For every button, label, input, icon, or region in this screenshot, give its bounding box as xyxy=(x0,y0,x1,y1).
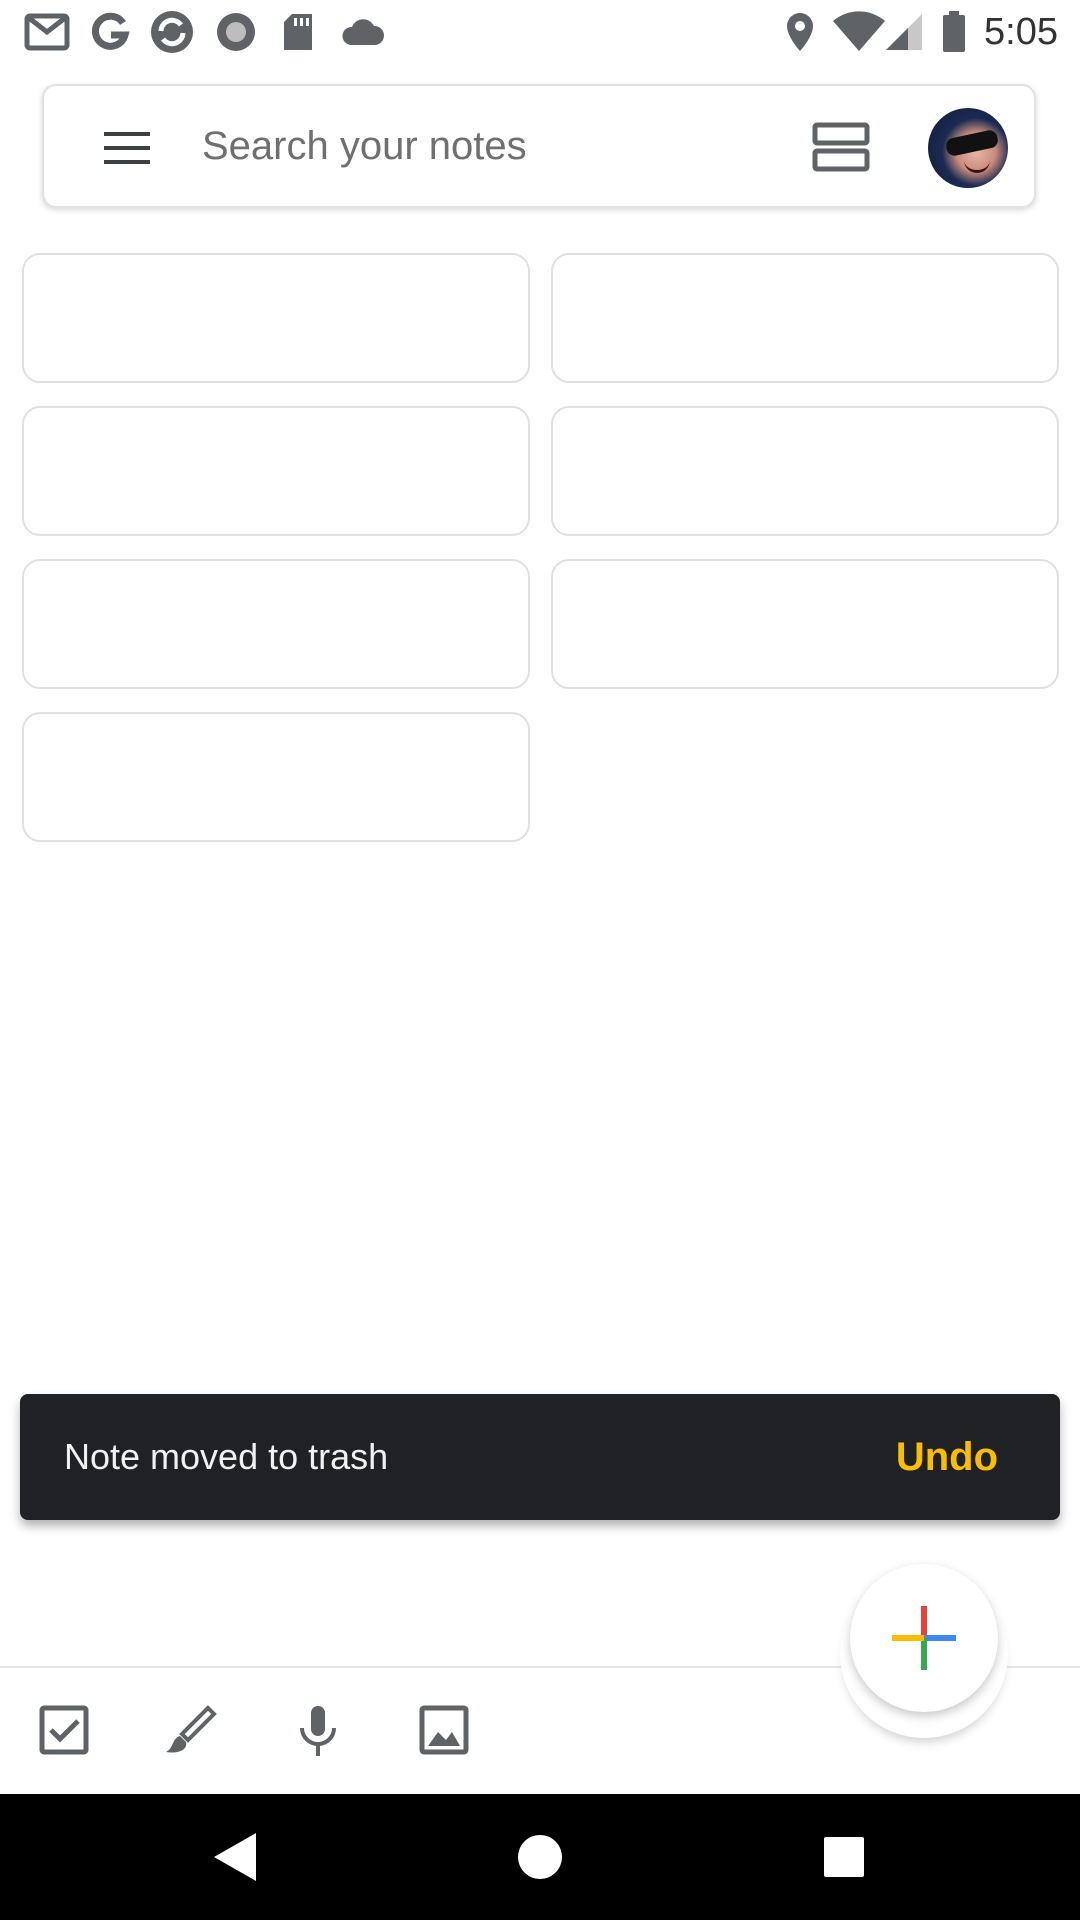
sd-card-icon xyxy=(280,10,316,54)
status-bar: 5:05 xyxy=(0,0,1080,64)
brush-icon[interactable] xyxy=(160,1700,220,1760)
clock: 5:05 xyxy=(984,11,1058,53)
google-icon xyxy=(88,10,132,54)
note-card[interactable] xyxy=(551,559,1059,689)
cloud-icon xyxy=(340,10,386,54)
new-note-button[interactable] xyxy=(850,1564,998,1712)
microphone-icon[interactable] xyxy=(288,1700,348,1760)
wifi-icon xyxy=(832,10,886,54)
note-card[interactable] xyxy=(22,253,530,383)
sync-icon xyxy=(148,10,196,54)
menu-icon[interactable] xyxy=(102,122,154,174)
recents-icon[interactable] xyxy=(814,1827,874,1887)
search-bar[interactable]: Search your notes xyxy=(42,84,1036,208)
record-icon xyxy=(214,10,258,54)
avatar-smile xyxy=(964,160,990,173)
signal-icon xyxy=(884,10,924,54)
navigation-bar xyxy=(0,1794,1080,1920)
snackbar-message: Note moved to trash xyxy=(64,1436,389,1477)
gmail-icon xyxy=(22,10,72,54)
checkbox-icon[interactable] xyxy=(34,1700,94,1760)
battery-icon xyxy=(940,10,968,54)
location-icon xyxy=(782,10,818,54)
note-card[interactable] xyxy=(22,712,530,842)
plus-icon xyxy=(892,1606,956,1670)
note-card[interactable] xyxy=(551,406,1059,536)
note-card[interactable] xyxy=(22,406,530,536)
note-card[interactable] xyxy=(22,559,530,689)
avatar[interactable] xyxy=(928,108,1008,188)
search-input[interactable]: Search your notes xyxy=(202,116,527,176)
back-icon[interactable] xyxy=(206,1827,266,1887)
list-view-icon[interactable] xyxy=(812,122,872,174)
note-card[interactable] xyxy=(551,253,1059,383)
snackbar: Note moved to trash Undo xyxy=(20,1394,1060,1520)
image-icon[interactable] xyxy=(414,1700,474,1760)
home-icon[interactable] xyxy=(510,1827,570,1887)
undo-button[interactable]: Undo xyxy=(896,1394,998,1520)
avatar-glasses xyxy=(944,128,1000,158)
